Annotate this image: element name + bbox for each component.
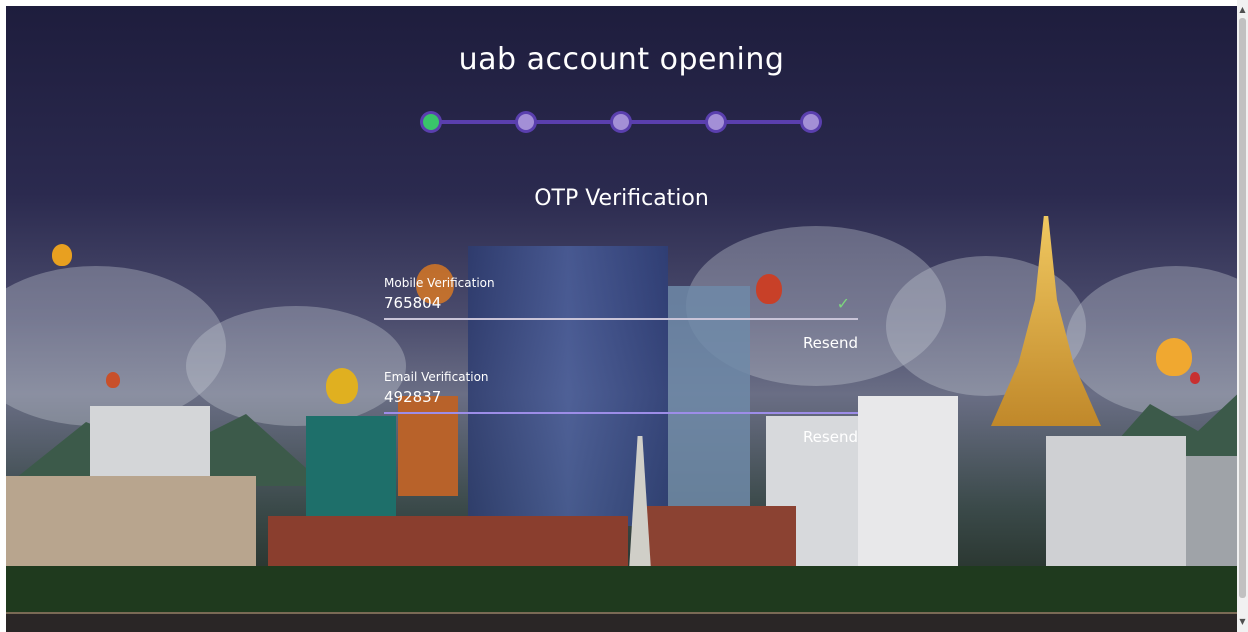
page-title: uab account opening (458, 42, 785, 77)
hot-air-balloon (1156, 338, 1192, 376)
email-field-underline (384, 412, 858, 414)
road (6, 612, 1237, 632)
building (6, 476, 256, 576)
tree-line (6, 566, 1237, 616)
step-5 (803, 114, 819, 130)
progress-stepper (423, 110, 823, 134)
hot-air-balloon (1190, 372, 1200, 384)
step-1 (423, 114, 439, 130)
step-3 (613, 114, 629, 130)
mobile-verification-field: Mobile Verification ✓ Resend (384, 276, 858, 352)
cloud (186, 306, 406, 426)
check-icon: ✓ (836, 294, 850, 313)
step-2 (518, 114, 534, 130)
cloud (1066, 266, 1237, 416)
email-verification-field: Email Verification Resend (384, 370, 858, 446)
hot-air-balloon (52, 244, 72, 266)
form-heading: OTP Verification (534, 186, 709, 211)
vertical-scrollbar[interactable]: ▲ ▼ (1237, 0, 1248, 632)
mobile-verification-label: Mobile Verification (384, 276, 495, 290)
step-4 (708, 114, 724, 130)
mobile-resend-button[interactable]: Resend (803, 334, 858, 352)
building (858, 396, 958, 586)
email-verification-label: Email Verification (384, 370, 489, 384)
chevron-down-icon[interactable]: ▼ (1237, 616, 1248, 628)
email-otp-input[interactable] (384, 386, 858, 408)
page-viewport: uab account opening OTP Verification Mob… (6, 6, 1237, 632)
mobile-otp-input[interactable] (384, 292, 858, 314)
chevron-up-icon[interactable]: ▲ (1237, 4, 1248, 16)
hot-air-balloon (106, 372, 120, 388)
building (1046, 436, 1186, 586)
scrollbar-thumb[interactable] (1239, 18, 1246, 598)
email-resend-button[interactable]: Resend (803, 428, 858, 446)
mobile-field-underline (384, 318, 858, 320)
hot-air-balloon (326, 368, 358, 404)
